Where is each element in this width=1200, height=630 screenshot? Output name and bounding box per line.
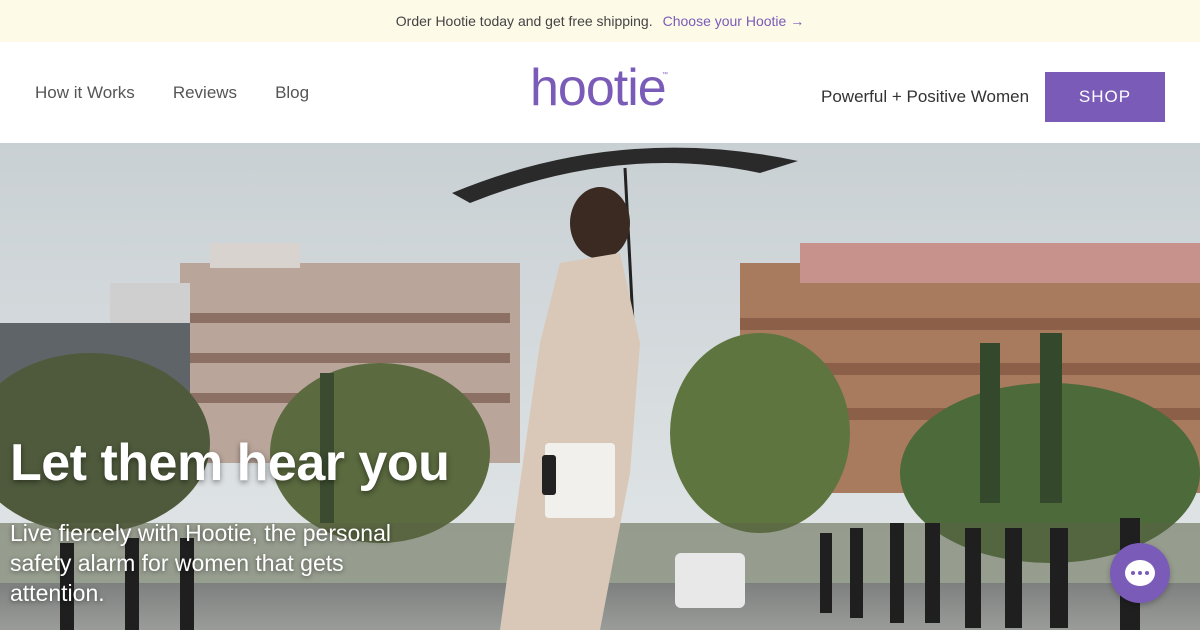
chat-button[interactable] xyxy=(1110,543,1170,603)
hero-subtitle: Live fiercely with Hootie, the personal … xyxy=(10,520,391,606)
hero-title: Let them hear you xyxy=(10,434,450,492)
nav-how-it-works[interactable]: How it Works xyxy=(35,83,135,103)
nav-blog[interactable]: Blog xyxy=(275,83,309,103)
powerful-positive-women-link[interactable]: Powerful + Positive Women xyxy=(821,42,1029,152)
announcement-bar: Order Hootie today and get free shipping… xyxy=(0,0,1200,42)
nav-reviews[interactable]: Reviews xyxy=(173,83,237,103)
shop-button[interactable]: SHOP xyxy=(1045,72,1165,122)
logo-trademark: ™ xyxy=(662,72,668,78)
hootie-logo[interactable]: hootie ™ xyxy=(530,58,670,118)
logo-text: hootie xyxy=(530,59,667,117)
chat-icon xyxy=(1125,560,1155,586)
main-nav: How it Works Reviews Blog xyxy=(35,42,309,143)
site-header: How it Works Reviews Blog hootie ™ Power… xyxy=(0,42,1200,143)
announcement-text: Order Hootie today and get free shipping… xyxy=(395,13,653,29)
hero-section: Let them hear you Live fiercely with Hoo… xyxy=(0,143,1200,630)
choose-hootie-link[interactable]: Choose your Hootie → xyxy=(663,13,805,29)
